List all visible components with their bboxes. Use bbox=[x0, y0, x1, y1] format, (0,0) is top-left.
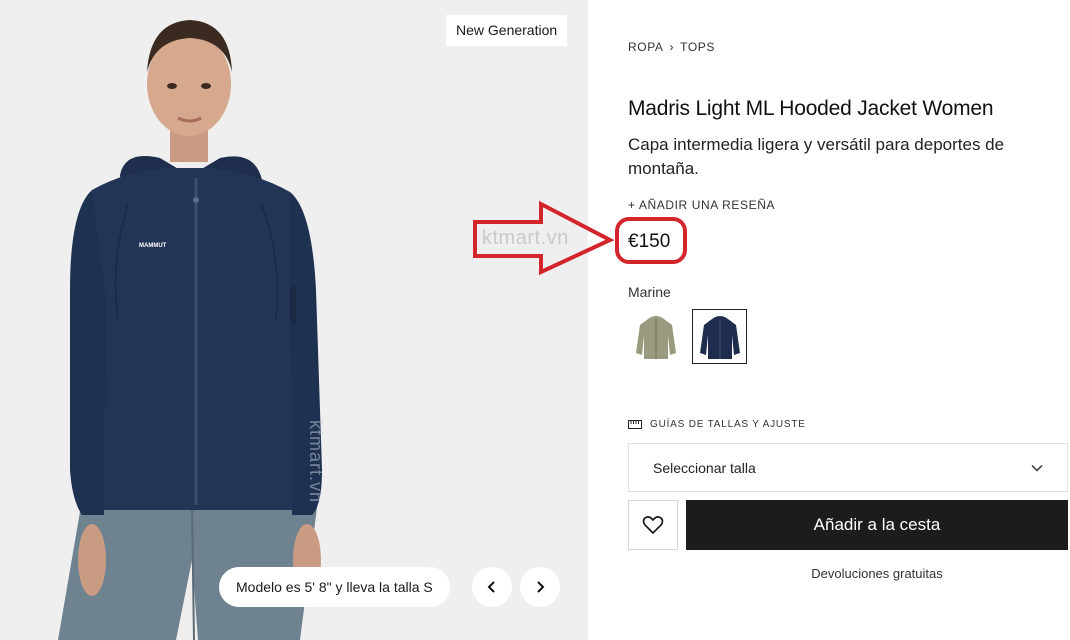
jacket-logo: MAMMUT bbox=[139, 243, 167, 249]
chevron-down-icon bbox=[1031, 464, 1043, 472]
size-guide-link[interactable]: GUÍAS DE TALLAS Y AJUSTE bbox=[628, 419, 806, 430]
size-guide-label: GUÍAS DE TALLAS Y AJUSTE bbox=[650, 419, 806, 430]
jacket-thumbnail-marine bbox=[699, 315, 740, 359]
product-photo: MAMMUT bbox=[58, 20, 322, 640]
free-returns-text: Devoluciones gratuitas bbox=[811, 566, 943, 581]
product-title: Madris Light ML Hooded Jacket Women bbox=[628, 97, 994, 120]
chevron-right-icon bbox=[537, 581, 545, 593]
add-to-cart-button[interactable]: Añadir a la cesta bbox=[686, 500, 1068, 550]
add-review-link[interactable]: + AÑADIR UNA RESEÑA bbox=[628, 198, 775, 212]
size-select-placeholder: Seleccionar talla bbox=[653, 459, 756, 476]
breadcrumb-separator-icon: › bbox=[669, 40, 675, 54]
color-swatch-marine[interactable] bbox=[692, 309, 747, 364]
product-price: €150 bbox=[628, 231, 671, 252]
next-image-button[interactable] bbox=[520, 567, 560, 607]
product-subtitle: Capa intermedia ligera y versátil para d… bbox=[628, 135, 1005, 178]
previous-image-button[interactable] bbox=[472, 567, 512, 607]
new-generation-badge: New Generation bbox=[446, 15, 568, 46]
jacket-thumbnail-olive bbox=[635, 315, 676, 359]
horizontal-watermark: ktmart.vn bbox=[482, 227, 569, 249]
product-info-panel: ROPA › TOPS Madris Light ML Hooded Jacke… bbox=[588, 0, 1070, 640]
wishlist-button[interactable] bbox=[628, 500, 678, 550]
ruler-icon bbox=[628, 420, 642, 429]
breadcrumb: ROPA › TOPS bbox=[628, 40, 715, 54]
model-size-caption: Modelo es 5' 8" y lleva la talla S bbox=[219, 567, 450, 607]
breadcrumb-item-tops[interactable]: TOPS bbox=[680, 40, 715, 54]
product-image-gallery[interactable]: MAMMUT New Generation ktmart.vn Modelo e… bbox=[0, 0, 588, 640]
color-swatch-olive[interactable] bbox=[628, 309, 683, 364]
size-select[interactable]: Seleccionar talla bbox=[628, 443, 1068, 492]
vertical-watermark: ktmart.vn bbox=[306, 420, 326, 504]
heart-icon bbox=[642, 516, 664, 535]
chevron-left-icon bbox=[487, 581, 495, 593]
product-page: MAMMUT New Generation ktmart.vn Modelo e… bbox=[0, 0, 1070, 640]
selected-color-label: Marine bbox=[628, 284, 671, 300]
breadcrumb-item-ropa[interactable]: ROPA bbox=[628, 40, 664, 54]
